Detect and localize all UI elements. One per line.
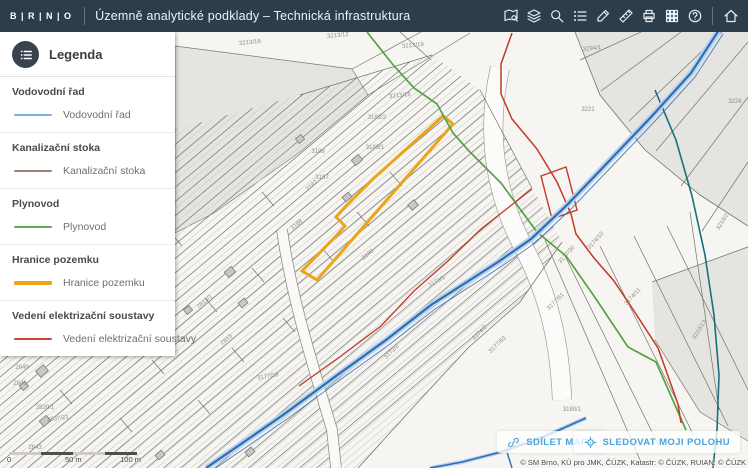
legend-swatch — [14, 226, 52, 228]
print-icon[interactable] — [637, 2, 660, 30]
toolbar-divider — [712, 7, 713, 25]
locate-icon — [584, 436, 597, 449]
legend-section-title: Kanalizační stoka — [12, 142, 163, 154]
legend-list-icon[interactable] — [568, 2, 591, 30]
scale-tick-hundred: 100 m — [120, 455, 141, 464]
legend-sections: Vodovodní řad Vodovodní řad Kanalizační st… — [0, 77, 175, 356]
track-location-label: SLEDOVAT MOJI POLOHU — [603, 437, 730, 448]
link-icon — [507, 436, 520, 449]
app-header: B | R | N | O Územně analytické podklady… — [0, 0, 748, 32]
legend-section: Vodovodní řad Vodovodní řad — [0, 77, 175, 133]
app-title: Územně analytické podklady – Technická i… — [95, 9, 410, 23]
legend-item: Hranice pozemku — [12, 277, 163, 289]
help-icon[interactable] — [683, 2, 706, 30]
legend-section: Hranice pozemku Hranice pozemku — [0, 245, 175, 301]
legend-item-label: Plynovod — [63, 221, 106, 233]
legend-section: Plynovod Plynovod — [0, 189, 175, 245]
scale-tick-zero: 0 — [7, 455, 11, 464]
map-pin-icon[interactable] — [499, 2, 522, 30]
measure-icon[interactable] — [614, 2, 637, 30]
header-toolbar — [499, 0, 748, 32]
legend-item: Plynovod — [12, 221, 163, 233]
legend-swatch — [14, 114, 52, 116]
legend-swatch — [14, 281, 52, 285]
track-location-button[interactable]: SLEDOVAT MOJI POLOHU — [574, 431, 740, 453]
legend-title: Legenda — [49, 47, 102, 62]
legend-section-title: Vedení elektrizační soustavy — [12, 310, 163, 322]
legend-header: Legenda — [0, 32, 175, 77]
map-attribution: © SM Brno, KÚ pro JMK, ČÚZK, Katastr: © … — [520, 458, 746, 467]
scale-tick-fifty: 50 m — [65, 455, 82, 464]
legend-section-title: Plynovod — [12, 198, 163, 210]
legend-item: Vodovodní řad — [12, 109, 163, 121]
legend-item: Vedení elektrizační soustavy — [12, 333, 163, 345]
legend-item-label: Vedení elektrizační soustavy — [63, 333, 196, 345]
legend-section-title: Hranice pozemku — [12, 254, 163, 266]
legend-item-label: Kanalizační stoka — [63, 165, 145, 177]
legend-swatch — [14, 170, 52, 172]
legend-item-label: Hranice pozemku — [63, 277, 145, 289]
home-icon[interactable] — [719, 2, 742, 30]
legend-item: Kanalizační stoka — [12, 165, 163, 177]
legend-section-title: Vodovodní řad — [12, 86, 163, 98]
legend-section: Vedení elektrizační soustavy Vedení elekt… — [0, 301, 175, 356]
scale-bar: 0 50 m 100 m — [7, 452, 139, 465]
legend-panel: Legenda Vodovodní řad Vodovodní řad Kanali… — [0, 32, 175, 356]
legend-item-label: Vodovodní řad — [63, 109, 131, 121]
draw-pencil-icon[interactable] — [591, 2, 614, 30]
basemap-gallery-icon[interactable] — [660, 2, 683, 30]
brno-logo[interactable]: B | R | N | O — [0, 11, 82, 21]
layers-icon[interactable] — [522, 2, 545, 30]
legend-section: Kanalizační stoka Kanalizační stoka — [0, 133, 175, 189]
legend-swatch — [14, 338, 52, 340]
legend-icon[interactable] — [12, 41, 39, 68]
header-divider — [84, 7, 85, 25]
search-icon[interactable] — [545, 2, 568, 30]
gis-app: 3213/183213/123213/193213/16319831973294… — [0, 0, 748, 468]
